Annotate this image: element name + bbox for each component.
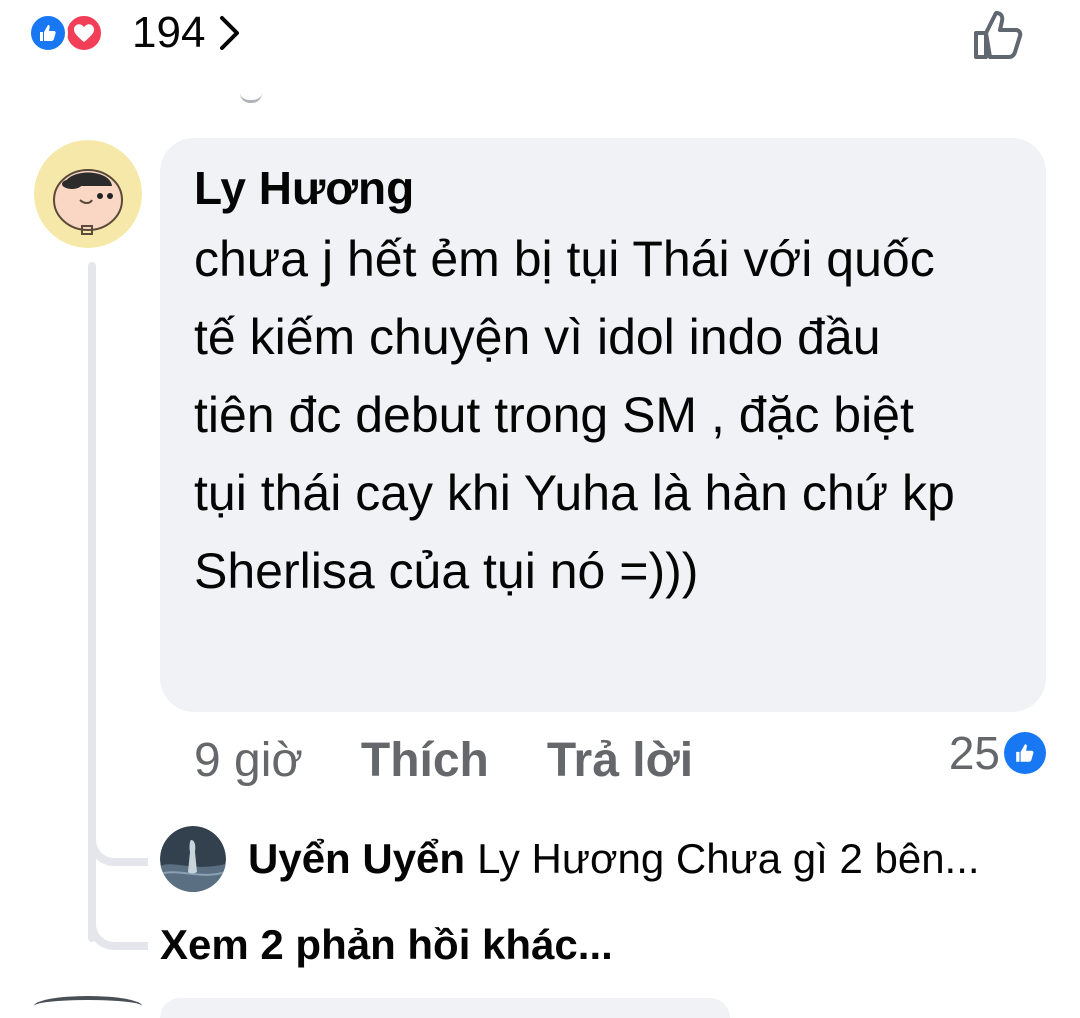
reply-author[interactable]: Uyển Uyển (248, 835, 465, 883)
comment-like-count[interactable]: 25 (949, 726, 1046, 780)
like-reaction-icon (1004, 732, 1046, 774)
avatar[interactable] (34, 140, 142, 248)
comment-bubble[interactable]: Ly Hương chưa j hết ẻm bị tụi Thái với q… (160, 138, 1046, 712)
reply-preview[interactable]: Uyển Uyển Ly Hương Chưa gì 2 bên... (160, 826, 980, 892)
chevron-right-icon (219, 8, 245, 58)
reaction-count: 194 (132, 8, 206, 57)
reaction-icons (28, 8, 120, 58)
reply-snippet: Ly Hương Chưa gì 2 bên... (477, 835, 980, 882)
love-reaction-icon (64, 13, 104, 53)
previous-content-edge (240, 92, 262, 103)
avatar[interactable] (160, 826, 226, 892)
next-comment-avatar-edge (34, 996, 142, 1016)
reaction-summary[interactable]: 194 (28, 8, 245, 58)
comment-author[interactable]: Ly Hương (194, 160, 1016, 216)
comment-timestamp[interactable]: 9 giờ (194, 733, 303, 788)
like-count-value: 25 (948, 727, 1000, 779)
comment-reply-button[interactable]: Trả lời (547, 733, 693, 788)
comment-actions: 9 giờ Thích Trả lời (194, 728, 693, 792)
like-reaction-icon (28, 13, 68, 53)
comment-like-button[interactable]: Thích (361, 733, 489, 788)
thread-branch (88, 898, 148, 950)
like-button[interactable] (970, 5, 1030, 65)
next-comment-bubble-edge (160, 998, 730, 1018)
thread-branch (88, 814, 148, 866)
view-more-replies-link[interactable]: Xem 2 phản hồi khác... (160, 915, 613, 975)
thumbs-up-icon (974, 11, 1023, 59)
comment-text: chưa j hết ẻm bị tụi Thái với quốc tế ki… (194, 231, 955, 599)
